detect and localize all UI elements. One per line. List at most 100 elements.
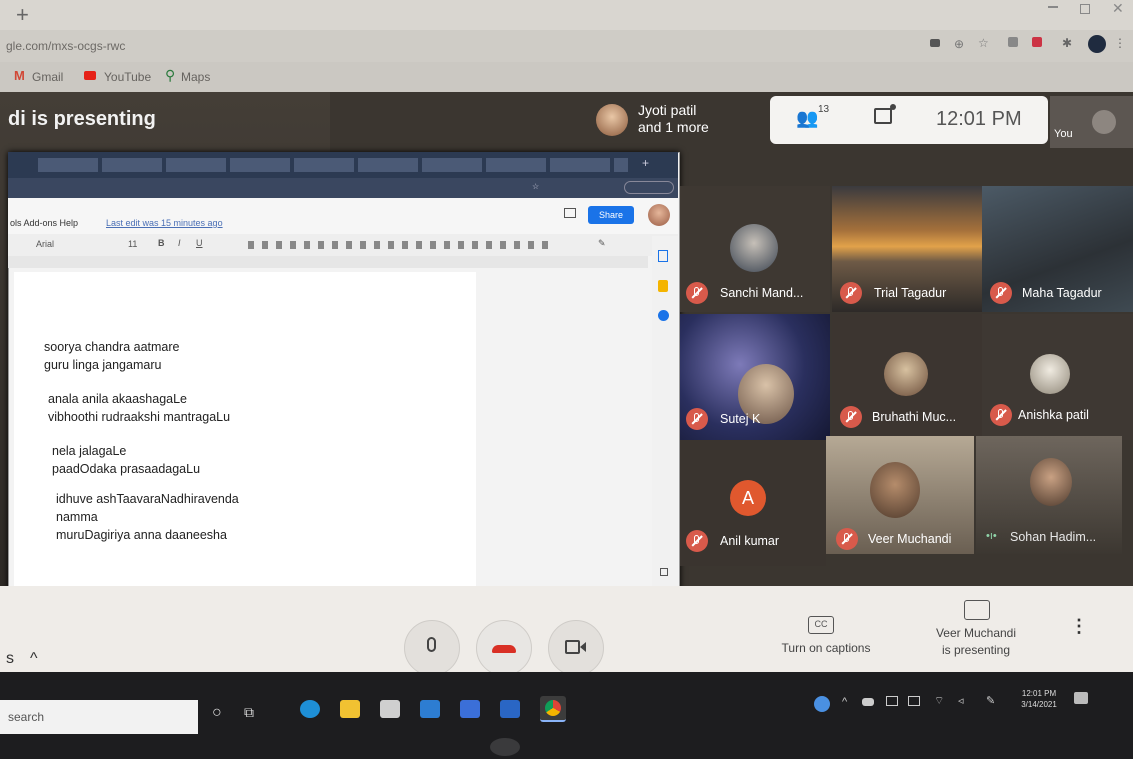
camera-indicator-icon[interactable] xyxy=(930,39,940,47)
participant-chip-avatar xyxy=(596,104,628,136)
youtube-icon xyxy=(84,71,96,80)
shared-italic-icon: I xyxy=(178,238,181,248)
clock-time: 12:01 PM xyxy=(1021,689,1057,698)
bookmark-youtube[interactable]: YouTube xyxy=(104,70,151,84)
chip-line-1: Jyoti patil xyxy=(638,102,697,118)
people-icon[interactable]: 👥 xyxy=(796,108,818,129)
participant-tile[interactable]: Sutej K xyxy=(680,314,830,440)
mail-icon[interactable] xyxy=(500,700,520,718)
chrome-taskbar-button[interactable] xyxy=(540,696,566,722)
you-label: You xyxy=(1054,128,1073,140)
gmail-logo-icon: M xyxy=(14,68,25,83)
maximize-icon[interactable] xyxy=(1080,4,1090,14)
mic-off-icon xyxy=(990,404,1012,426)
participant-name: Anishka patil xyxy=(1018,408,1089,422)
participant-name: Sanchi Mand... xyxy=(720,286,804,300)
profile-avatar[interactable] xyxy=(1088,35,1106,53)
extension-red-icon[interactable] xyxy=(1032,37,1042,47)
end-call-button[interactable] xyxy=(476,620,532,676)
participant-tile[interactable]: Trial Tagadur xyxy=(832,186,982,312)
dropbox-icon[interactable] xyxy=(420,700,440,718)
onedrive-icon[interactable] xyxy=(862,698,874,706)
participant-name: Bruhathi Muc... xyxy=(872,410,957,424)
bookmark-gmail[interactable]: Gmail xyxy=(32,70,63,84)
chevron-up-icon[interactable]: ^ xyxy=(30,650,38,668)
captions-label[interactable]: Turn on captions xyxy=(766,641,886,655)
minimize-icon[interactable] xyxy=(1048,6,1058,8)
shared-underline-icon: U xyxy=(196,238,203,248)
end-call-icon xyxy=(492,645,516,653)
notifications-icon[interactable] xyxy=(1074,692,1088,704)
camera-button[interactable] xyxy=(548,620,604,676)
chip-line-2: and 1 more xyxy=(638,119,709,135)
battery-icon[interactable] xyxy=(908,696,920,706)
mic-off-icon xyxy=(836,528,858,550)
captions-icon[interactable]: CC xyxy=(808,616,834,634)
camera-icon xyxy=(565,640,580,654)
url-text[interactable]: gle.com/mxs-ocgs-rwc xyxy=(6,39,125,53)
shared-format-toolbar: Arial 11 B I U ✎ xyxy=(8,234,678,256)
doc-line: namma xyxy=(56,510,98,524)
store-icon[interactable] xyxy=(380,700,400,718)
shared-url-bar: ☆ xyxy=(8,178,678,198)
participant-tile[interactable]: Sanchi Mand... xyxy=(680,186,830,312)
taskbar-clock[interactable]: 12:01 PM 3/14/2021 xyxy=(1010,688,1068,710)
participant-tile[interactable]: A Anil kumar xyxy=(680,440,826,566)
wifi-icon[interactable]: ⌔ xyxy=(934,694,944,708)
shared-new-tab-icon: + xyxy=(642,156,650,170)
present-icon[interactable] xyxy=(964,600,990,620)
taskbar-search-text[interactable]: search xyxy=(8,710,44,724)
taskbar-search-box[interactable]: search xyxy=(0,700,198,734)
puzzle-icon[interactable]: ✱ xyxy=(1062,36,1072,50)
participant-name: Sohan Hadim... xyxy=(1010,530,1097,544)
mic-button[interactable] xyxy=(404,620,460,676)
menu-icon[interactable]: ⋮ xyxy=(1114,36,1126,50)
presenting-label-1[interactable]: Veer Muchandi xyxy=(916,626,1036,640)
display-icon[interactable] xyxy=(886,696,898,706)
participant-tile[interactable]: Maha Tagadur xyxy=(982,186,1133,312)
presenting-label-2[interactable]: is presenting xyxy=(916,643,1036,657)
cortana-icon[interactable]: ○ xyxy=(212,704,222,722)
shared-tabs xyxy=(38,158,628,172)
shared-update-button xyxy=(624,181,674,194)
self-view-tile[interactable]: You xyxy=(1050,96,1133,148)
bookmarks-bar: M Gmail YouTube ⚲ Maps xyxy=(0,62,1133,92)
star-icon[interactable]: ☆ xyxy=(978,36,989,50)
shared-menu-items: ols Add-ons Help xyxy=(10,218,79,228)
chat-dot-icon xyxy=(890,104,896,110)
chat-icon[interactable] xyxy=(874,108,892,124)
participant-avatar xyxy=(884,352,928,396)
clock-text: 12:01 PM xyxy=(936,108,1022,130)
shared-toolbar-icons xyxy=(248,241,548,249)
close-window-icon[interactable]: ✕ xyxy=(1112,0,1124,17)
participant-tile[interactable]: Bruhathi Muc... xyxy=(832,314,982,440)
bookmark-maps[interactable]: Maps xyxy=(181,70,210,84)
tray-chevron-icon[interactable]: ^ xyxy=(842,696,847,708)
app-icon[interactable] xyxy=(460,700,480,718)
pen-icon[interactable]: ✎ xyxy=(986,694,995,707)
meeting-details-label[interactable]: s xyxy=(6,650,14,668)
participants-chip[interactable]: Jyoti patil and 1 more xyxy=(638,102,709,136)
participant-tile[interactable]: •ı• Sohan Hadim... xyxy=(976,436,1122,554)
participant-tile[interactable]: Veer Muchandi xyxy=(826,436,974,554)
participant-tile[interactable]: Anishka patil xyxy=(982,314,1133,440)
shared-star-icon: ☆ xyxy=(532,182,540,191)
mic-off-icon xyxy=(990,282,1012,304)
zoom-icon[interactable]: ⊕ xyxy=(954,37,964,51)
tray-app-icon[interactable] xyxy=(814,696,830,712)
participant-photo xyxy=(870,462,920,518)
shared-share-button: Share xyxy=(588,206,634,224)
shared-side-panel xyxy=(652,236,678,596)
volume-icon[interactable]: ◃ xyxy=(958,694,964,707)
shared-keep-icon xyxy=(658,280,668,292)
shared-comment-icon xyxy=(564,208,576,218)
edge-icon[interactable] xyxy=(300,700,320,718)
task-view-icon[interactable]: ⧉ xyxy=(244,704,254,721)
new-tab-button[interactable]: + xyxy=(16,2,29,28)
participant-name: Veer Muchandi xyxy=(868,532,952,546)
shared-profile-avatar xyxy=(648,204,670,226)
address-bar[interactable]: gle.com/mxs-ocgs-rwc ⊕ ☆ ✱ ⋮ xyxy=(0,30,1133,62)
more-options-icon[interactable]: ⋮ xyxy=(1070,616,1088,637)
file-explorer-icon[interactable] xyxy=(340,700,360,718)
extension-icon[interactable] xyxy=(1008,37,1018,47)
